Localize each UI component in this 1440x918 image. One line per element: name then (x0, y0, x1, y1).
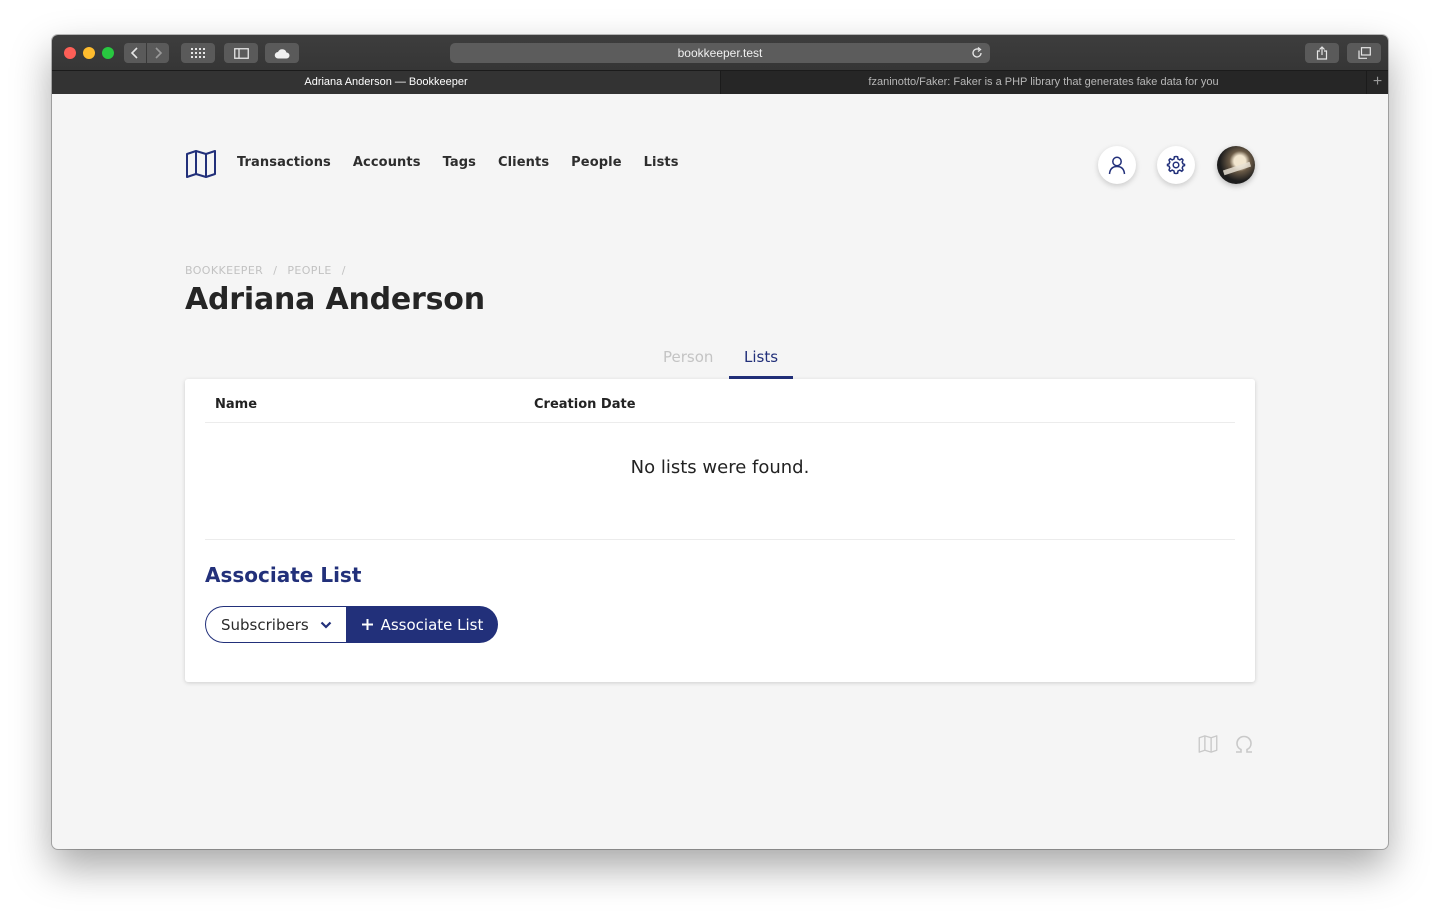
tab-person[interactable]: Person (663, 348, 713, 366)
list-select[interactable]: Subscribers (205, 606, 346, 643)
grid-icon (191, 48, 205, 58)
nav-transactions[interactable]: Transactions (237, 155, 331, 170)
section-divider (205, 539, 1235, 540)
minimize-window-button[interactable] (83, 47, 95, 59)
sidebar-icon (233, 47, 249, 59)
column-header-name: Name (215, 397, 258, 412)
nav-clients[interactable]: Clients (498, 155, 549, 170)
zoom-window-button[interactable] (102, 47, 114, 59)
share-icon (1316, 46, 1328, 60)
page-tabs: Person Lists (52, 344, 1388, 380)
omega-icon[interactable] (1234, 734, 1254, 754)
plus-icon (361, 619, 373, 630)
associate-list-button[interactable]: Associate List (346, 606, 498, 643)
sidebar-toggle-button[interactable] (224, 43, 258, 63)
footer-icons (1198, 734, 1254, 754)
browser-window: bookkeeper.test Adriana Anderson — Bookk… (52, 35, 1388, 849)
column-header-creation-date: Creation Date (534, 397, 636, 412)
share-button[interactable] (1305, 43, 1339, 63)
url-text: bookkeeper.test (677, 46, 763, 60)
tab-lists[interactable]: Lists (744, 348, 778, 366)
breadcrumb-bookkeeper[interactable]: BOOKKEEPER (185, 264, 263, 277)
nav-lists[interactable]: Lists (644, 155, 679, 170)
nav-people[interactable]: People (571, 155, 621, 170)
tabs-overview-icon (1357, 47, 1371, 59)
chevron-right-icon (155, 47, 163, 59)
associate-list-button-label: Associate List (380, 615, 484, 634)
breadcrumb-people[interactable]: PEOPLE (287, 264, 331, 277)
browser-tab-bar: Adriana Anderson — Bookkeeper fzaninotto… (52, 70, 1388, 94)
breadcrumb-separator: / (273, 264, 278, 277)
reload-icon[interactable] (970, 46, 984, 60)
gear-icon (1166, 155, 1186, 175)
nav-tags[interactable]: Tags (443, 155, 476, 170)
browser-toolbar: bookkeeper.test (52, 35, 1388, 70)
icloud-tabs-button[interactable] (265, 43, 299, 63)
nav-accounts[interactable]: Accounts (353, 155, 421, 170)
top-sites-button[interactable] (181, 43, 215, 63)
page-title: Adriana Anderson (185, 282, 485, 317)
cloud-icon (274, 48, 290, 58)
associate-list-form: Subscribers Associate List (205, 606, 498, 643)
map-icon[interactable] (1198, 734, 1218, 754)
main-nav: Transactions Accounts Tags Clients Peopl… (237, 155, 679, 170)
page-content: Transactions Accounts Tags Clients Peopl… (52, 94, 1388, 849)
browser-tab-active[interactable]: Adriana Anderson — Bookkeeper (52, 71, 720, 94)
forward-button[interactable] (147, 43, 169, 63)
back-button[interactable] (124, 43, 146, 63)
avatar[interactable] (1217, 146, 1255, 184)
settings-button[interactable] (1157, 146, 1195, 184)
close-window-button[interactable] (64, 47, 76, 59)
breadcrumb-separator: / (341, 264, 346, 277)
browser-tab[interactable]: fzaninotto/Faker: Faker is a PHP library… (720, 71, 1366, 94)
empty-state-message: No lists were found. (630, 457, 810, 478)
user-icon (1108, 156, 1126, 175)
breadcrumb: BOOKKEEPER / PEOPLE / (185, 264, 346, 277)
list-select-value: Subscribers (221, 615, 309, 634)
new-tab-button[interactable]: + (1366, 71, 1388, 94)
chevron-left-icon (130, 47, 138, 59)
map-logo-icon[interactable] (185, 148, 217, 180)
associate-list-heading: Associate List (205, 563, 362, 587)
chevron-down-icon (320, 621, 332, 629)
address-bar[interactable]: bookkeeper.test (450, 43, 990, 63)
profile-button[interactable] (1098, 146, 1136, 184)
header-divider (205, 422, 1235, 423)
lists-card: Name Creation Date No lists were found. … (185, 379, 1255, 682)
tab-overview-button[interactable] (1347, 43, 1381, 63)
